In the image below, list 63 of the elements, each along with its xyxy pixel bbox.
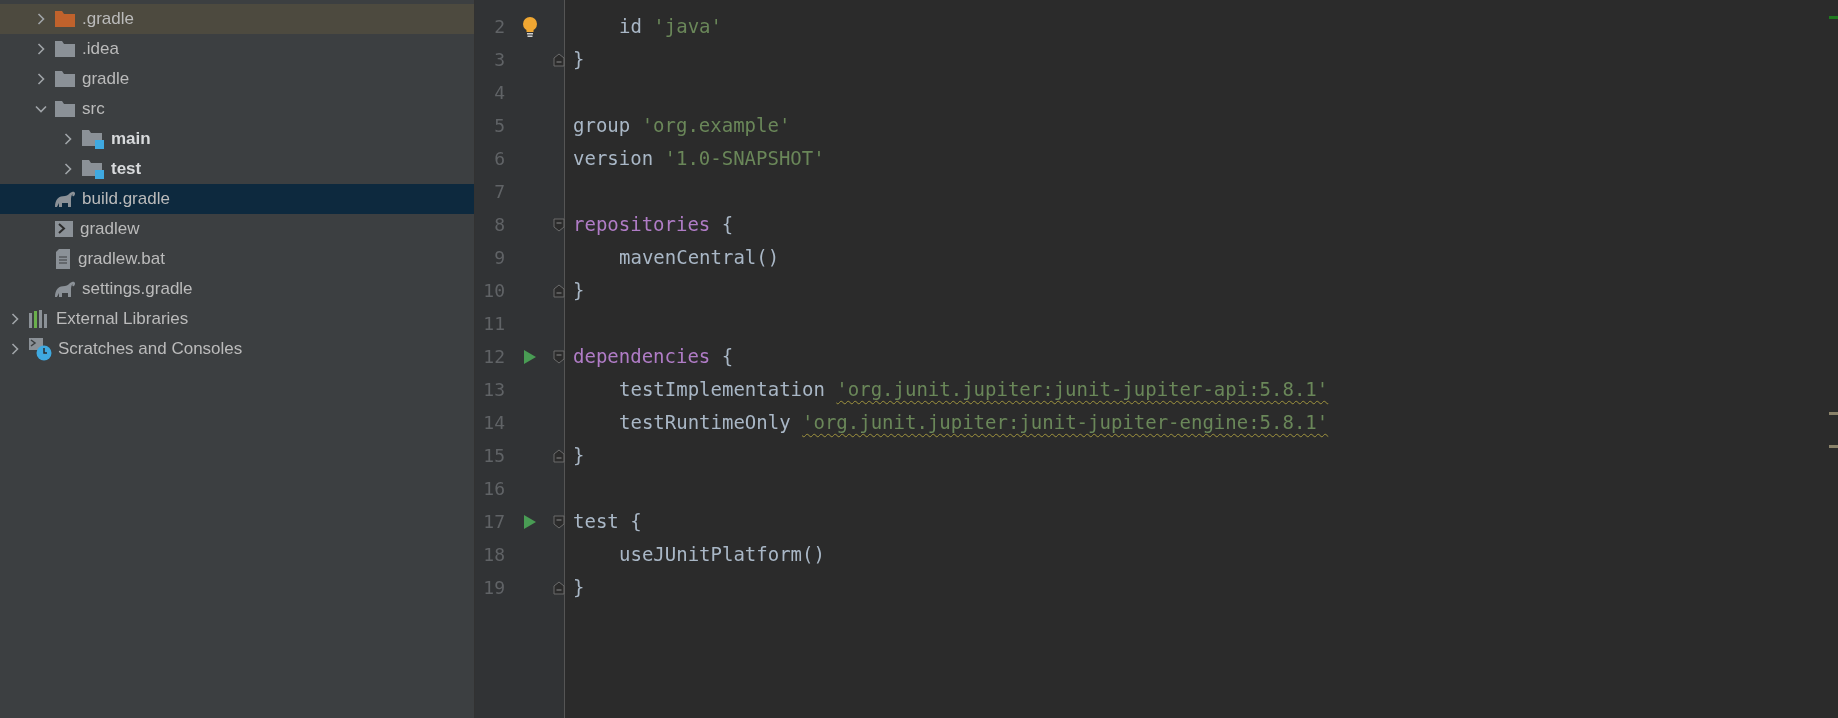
elephant-icon [54,280,76,298]
tree-item-label: build.gradle [82,188,170,211]
folder-icon [81,159,105,179]
tree-item-label: settings.gradle [82,278,193,301]
lightbulb-icon[interactable] [522,15,538,38]
fold-marker-icon[interactable] [553,448,565,463]
folder-icon [81,129,105,149]
tree-item-label: .idea [82,38,119,61]
tree-item[interactable]: settings.gradle [0,274,474,304]
tree-item[interactable]: src [0,94,474,124]
tree-item[interactable]: gradlew [0,214,474,244]
fold-marker-icon[interactable] [553,52,565,67]
elephant-icon [54,190,76,208]
fold-marker-icon[interactable] [553,349,565,364]
code-line: testImplementation 'org.junit.jupiter:junit-jupiter-api:5.8.1' [619,377,1329,403]
tree-item[interactable]: test [0,154,474,184]
tree-item-label: gradlew.bat [78,248,165,271]
run-icon[interactable] [523,513,537,530]
libraries-icon [28,309,50,329]
folder-icon [54,100,76,118]
warning-marker[interactable] [1829,445,1838,448]
code-line: dependencies { [573,344,734,370]
tree-item-label: gradlew [80,218,140,241]
code-line: useJUnitPlatform() [619,542,825,568]
tree-item-label: test [111,158,142,181]
code-line: } [573,443,585,469]
document-icon [54,248,72,270]
tree-item-label: src [82,98,105,121]
tree-item-label: Scratches and Consoles [58,338,243,361]
fold-marker-icon[interactable] [553,580,565,595]
code-line: repositories { [573,212,734,238]
tree-item[interactable]: Scratches and Consoles [0,334,474,364]
fold-marker-icon[interactable] [553,514,565,529]
warning-marker[interactable] [1829,412,1838,415]
code-line: id 'java' [619,14,722,40]
folder-icon [54,40,76,58]
folder-icon [54,10,76,28]
code-line: group 'org.example' [573,113,791,139]
code-line: mavenCentral() [619,245,780,271]
fold-marker-icon[interactable] [553,217,565,232]
code-line: } [573,278,585,304]
change-marker[interactable] [1829,16,1838,19]
tree-item[interactable]: gradle [0,64,474,94]
tree-item[interactable]: build.gradle [0,184,474,214]
terminal-icon [54,220,74,238]
tree-item[interactable]: .gradle [0,4,474,34]
fold-marker-icon[interactable] [553,283,565,298]
run-icon[interactable] [523,348,537,365]
code-line: testRuntimeOnly 'org.junit.jupiter:junit-jupiter-engine:5.8.1' [619,410,1329,436]
tree-item-label: .gradle [82,8,134,31]
tree-item[interactable]: main [0,124,474,154]
code-line: } [573,575,585,601]
scratches-icon [28,337,52,361]
tree-item-label: gradle [82,68,130,91]
folder-icon [54,70,76,88]
tree-item[interactable]: gradlew.bat [0,244,474,274]
tree-item-label: main [111,128,151,151]
tree-item-label: External Libraries [56,308,189,331]
code-line: test { [573,509,642,535]
code-line: version '1.0-SNAPSHOT' [573,146,825,172]
code-line: } [573,47,585,73]
tree-item[interactable]: External Libraries [0,304,474,334]
tree-item[interactable]: .idea [0,34,474,64]
